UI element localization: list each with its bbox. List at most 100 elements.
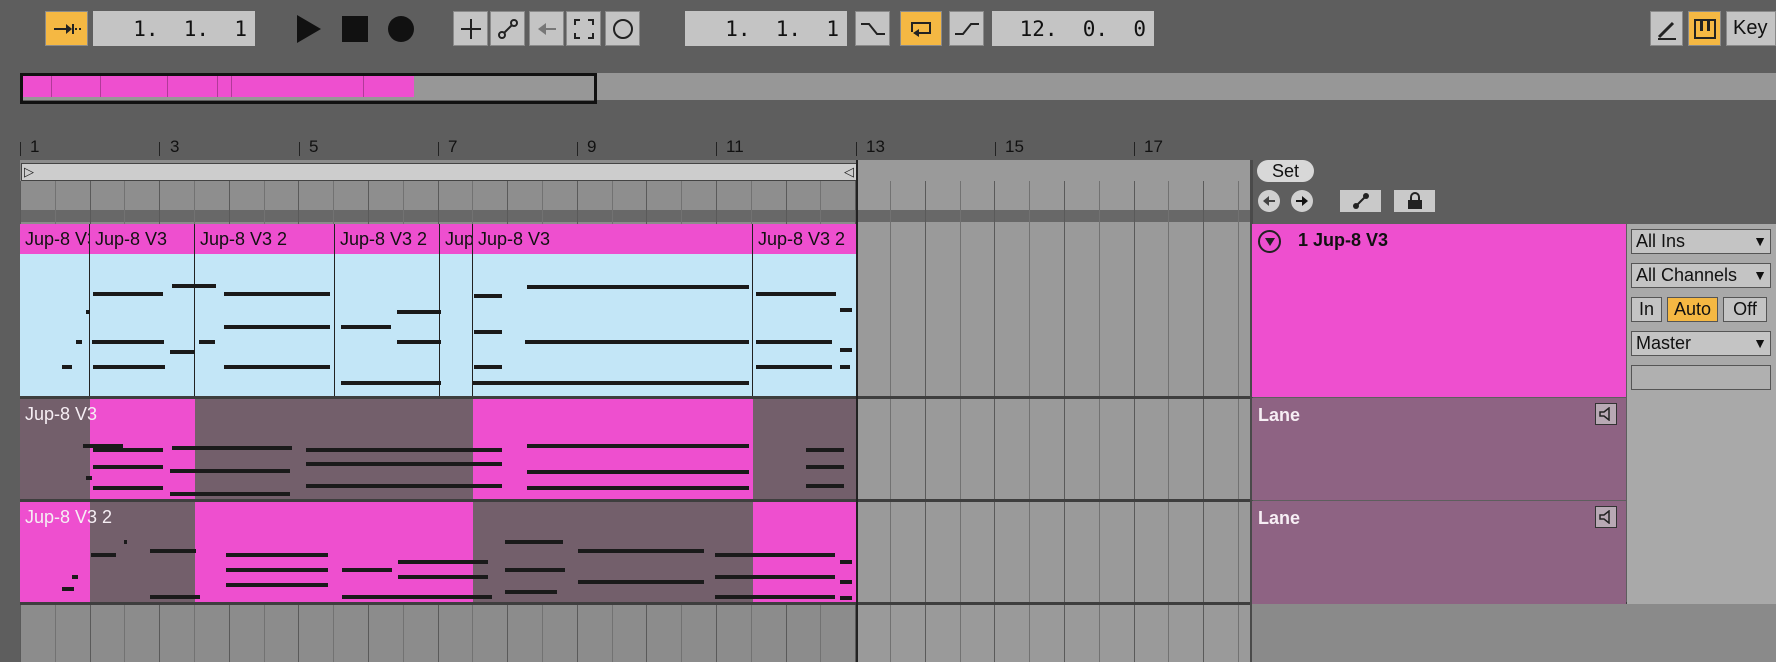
set-locator-button[interactable]: Set [1257, 160, 1314, 182]
clip-notes[interactable] [440, 254, 473, 397]
midi-note [527, 444, 749, 448]
record-button[interactable] [383, 11, 419, 46]
bar-number: 1 [30, 137, 40, 156]
midi-note [397, 310, 441, 314]
grid-line [959, 181, 961, 662]
clip-header[interactable]: Jup-8 V3 2 [753, 224, 857, 254]
clip-notes[interactable] [90, 254, 195, 397]
loop-length-field[interactable]: 12. 0. 0 [992, 11, 1154, 46]
monitor-in-button[interactable]: In [1631, 297, 1662, 322]
midi-note [505, 590, 557, 594]
midi-note [527, 470, 749, 474]
midi-note [76, 340, 82, 344]
clip-header[interactable]: Jup [440, 224, 473, 254]
input-type-select[interactable]: All Ins ▼ [1631, 229, 1771, 254]
beat-time-ruler[interactable]: 1 3 5 7 9 11 13 15 17 [20, 136, 1250, 160]
output-select[interactable]: Master ▼ [1631, 331, 1771, 356]
loop-brace[interactable]: ▷ ◁ [21, 163, 857, 181]
play-button[interactable] [290, 11, 326, 46]
arrow-right-icon [1296, 196, 1308, 206]
session-record-button[interactable] [605, 11, 640, 46]
grid-line [1029, 181, 1031, 662]
input-channel-value: All Channels [1636, 265, 1738, 285]
follow-button[interactable] [45, 11, 88, 46]
lock-icon [1407, 192, 1422, 209]
midi-note [86, 476, 92, 480]
clip-header[interactable]: Jup-8 V3 [20, 224, 90, 254]
punch-in-button[interactable] [855, 11, 890, 46]
arrangement-outside-loop[interactable] [857, 160, 1251, 662]
key-map-button[interactable]: Key [1726, 11, 1776, 46]
lane-header-1[interactable]: Lane [1252, 398, 1626, 500]
punch-out-icon [954, 22, 979, 35]
overview-view-window[interactable] [20, 73, 597, 104]
bar-number: 3 [170, 137, 180, 156]
midi-note [473, 381, 533, 385]
track-name[interactable]: 1 Jup-8 V3 [1298, 230, 1388, 251]
lane-name[interactable]: Lane [1258, 508, 1300, 529]
midi-note [224, 292, 330, 296]
midi-note [226, 553, 328, 557]
monitor-auto-button[interactable]: Auto [1667, 297, 1718, 322]
grid-line [1203, 181, 1205, 662]
automation-icon [497, 18, 518, 39]
loop-toggle-button[interactable] [900, 11, 942, 46]
re-enable-automation-button[interactable] [529, 11, 564, 46]
clip-header[interactable]: Jup-8 V3 [473, 224, 753, 254]
grid-line [994, 181, 996, 662]
lane-audition-button[interactable] [1595, 403, 1617, 425]
clip-header[interactable]: Jup-8 V3 2 [335, 224, 440, 254]
clip-notes[interactable] [753, 254, 857, 397]
master-track-area[interactable] [1252, 604, 1776, 662]
loop-start-field[interactable]: 1. 1. 1 [685, 11, 847, 46]
clip-notes[interactable] [20, 254, 90, 397]
clip-notes[interactable] [473, 254, 753, 397]
bar-number: 13 [866, 137, 885, 156]
stop-button[interactable] [338, 11, 372, 46]
lane-name[interactable]: Lane [1258, 405, 1300, 426]
overdub-button[interactable] [453, 11, 488, 46]
lane-header-2[interactable]: Lane [1252, 501, 1626, 604]
follow-arrow-icon [53, 23, 81, 34]
lane-audition-button[interactable] [1595, 506, 1617, 528]
loop-start-marker-icon[interactable]: ▷ [24, 165, 34, 180]
draw-mode-button[interactable] [1650, 11, 1683, 46]
piano-keys-icon [1693, 18, 1716, 39]
arrow-left-icon [1263, 196, 1275, 206]
automation-reset-button[interactable] [1340, 190, 1381, 212]
input-channel-select[interactable]: All Channels ▼ [1631, 263, 1771, 288]
midi-note [756, 365, 832, 369]
midi-note [525, 381, 749, 385]
loop-end-marker-icon[interactable]: ◁ [844, 165, 854, 180]
midi-note [578, 580, 704, 584]
midi-note [527, 285, 749, 289]
clip-header[interactable]: Jup-8 V3 [90, 224, 195, 254]
track-header[interactable]: 1 Jup-8 V3 [1252, 224, 1626, 397]
midi-note [840, 365, 850, 369]
midi-note [172, 284, 216, 288]
midi-note [83, 444, 123, 448]
clip-header[interactable]: Jup-8 V3 2 [195, 224, 335, 254]
lock-envelopes-button[interactable] [1394, 190, 1435, 212]
grid-line [1133, 181, 1135, 662]
midi-keyboard-button[interactable] [1688, 11, 1721, 46]
grid-line [1098, 181, 1100, 662]
triangle-down-icon [1264, 237, 1275, 246]
arrangement-position-field[interactable]: 1. 1. 1 [93, 11, 255, 46]
midi-note [92, 340, 164, 344]
punch-out-button[interactable] [949, 11, 984, 46]
automation-arm-button[interactable] [490, 11, 525, 46]
capture-button[interactable] [566, 11, 601, 46]
output-channel-select[interactable] [1631, 365, 1771, 390]
output-value: Master [1636, 333, 1692, 353]
midi-note [306, 484, 502, 488]
fold-toggle-button[interactable] [1258, 230, 1281, 253]
midi-note [150, 595, 200, 599]
next-locator-button[interactable] [1291, 190, 1313, 212]
midi-note [715, 553, 835, 557]
previous-locator-button[interactable] [1258, 190, 1280, 212]
arrangement-overview[interactable] [20, 73, 1776, 104]
pencil-icon [1657, 21, 1676, 40]
stop-icon [342, 15, 368, 42]
monitor-off-button[interactable]: Off [1723, 297, 1767, 322]
